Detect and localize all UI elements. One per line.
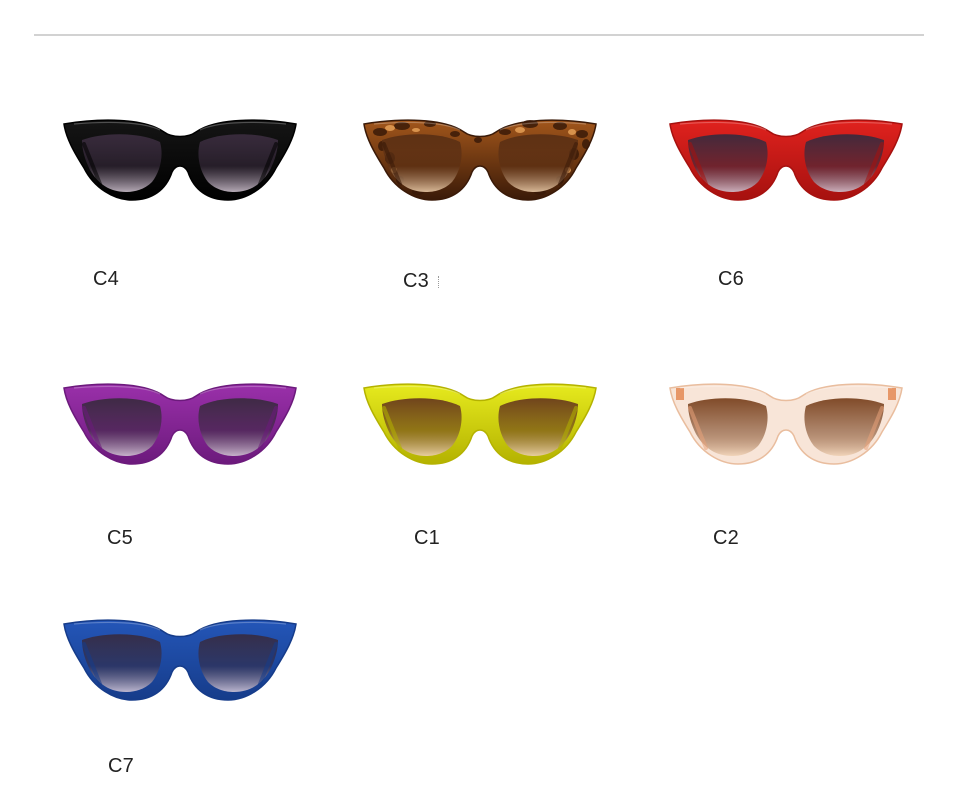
- cat-eye-sunglasses-c4: [63, 119, 297, 201]
- stray-mark: [438, 276, 441, 288]
- color-code-label: C2: [713, 527, 739, 549]
- variant-c7: C7: [60, 610, 300, 810]
- variant-c1: C1: [360, 374, 600, 574]
- variant-c5: C5: [60, 374, 300, 574]
- color-code-label: C3: [403, 270, 429, 292]
- top-divider: [34, 34, 924, 36]
- color-code-label: C5: [107, 527, 133, 549]
- cat-eye-sunglasses-c2: [669, 383, 903, 465]
- color-code-label: C4: [93, 268, 119, 290]
- variant-c4: C4: [60, 110, 300, 310]
- cat-eye-sunglasses-c5: [63, 383, 297, 465]
- cat-eye-sunglasses-c3: [363, 119, 597, 201]
- variant-c3: C3: [360, 110, 600, 310]
- color-code-label: C6: [718, 268, 744, 290]
- cat-eye-sunglasses-c6: [669, 119, 903, 201]
- color-code-label: C1: [414, 527, 440, 549]
- cat-eye-sunglasses-c1: [363, 383, 597, 465]
- variant-c2: C2: [666, 374, 906, 574]
- variant-c6: C6: [666, 110, 906, 310]
- color-code-label: C7: [108, 755, 134, 777]
- cat-eye-sunglasses-c7: [63, 619, 297, 701]
